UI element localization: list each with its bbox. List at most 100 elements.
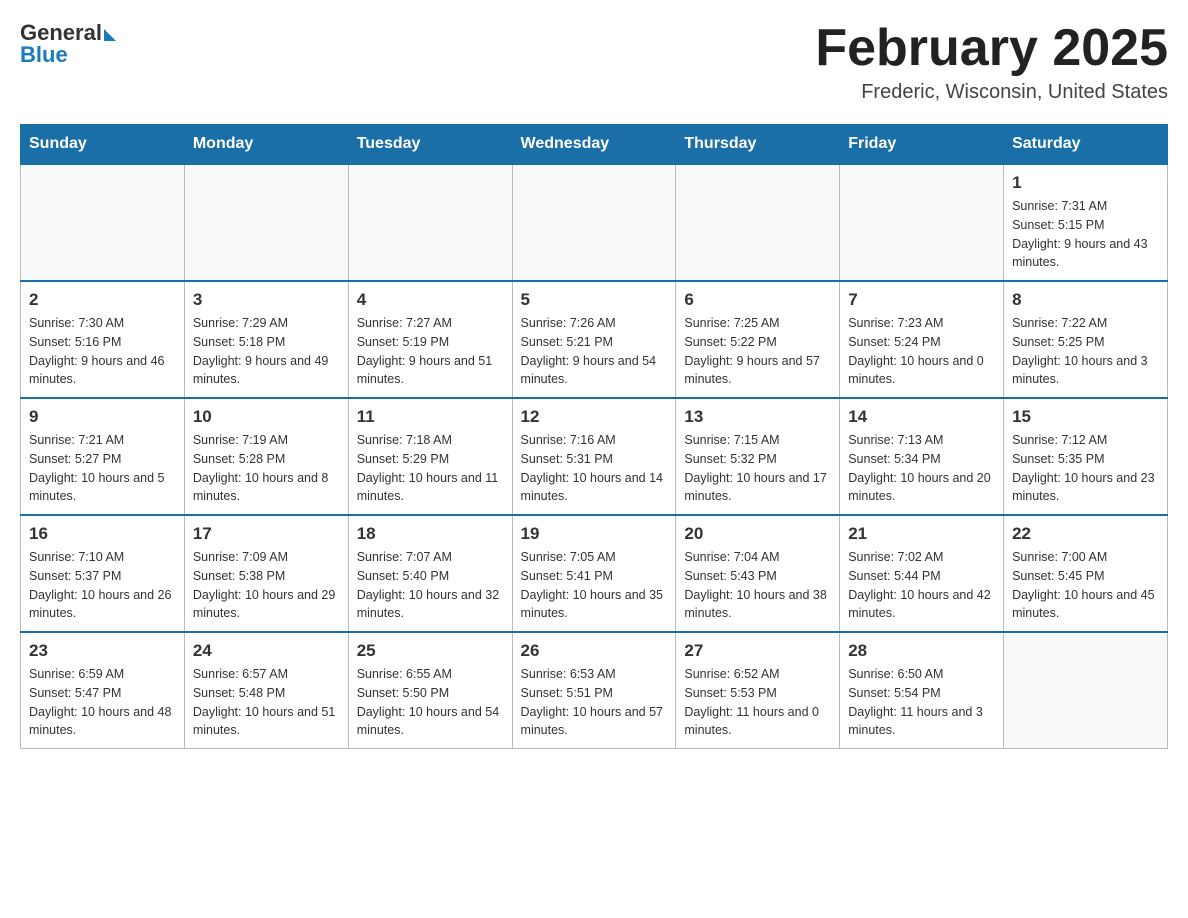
day-number: 3 [193, 290, 340, 310]
weekday-header-row: Sunday Monday Tuesday Wednesday Thursday… [21, 125, 1168, 165]
week-row-1: 1Sunrise: 7:31 AM Sunset: 5:15 PM Daylig… [21, 164, 1168, 281]
day-number: 20 [684, 524, 831, 544]
day-cell-1-2: 4 Sunrise: 7:27 AM Sunset: 5:19 PM Daylig… [348, 281, 512, 398]
day-number: 25 [357, 641, 504, 661]
day-cell-3-1: 17 Sunrise: 7:09 AM Sunset: 5:38 PM Dayli… [184, 515, 348, 632]
day-info: Sunrise: 7:02 AM Sunset: 5:44 PM Dayligh… [848, 548, 995, 623]
day-cell-4-0: 23 Sunrise: 6:59 AM Sunset: 5:47 PM Dayli… [21, 632, 185, 749]
day-info: Sunrise: 6:53 AM Sunset: 5:51 PM Dayligh… [521, 665, 668, 740]
day-cell-2-1: 10Sunrise: 7:19 AM Sunset: 5:28 PM Dayli… [184, 398, 348, 515]
day-number: 23 [29, 641, 176, 661]
day-number: 18 [357, 524, 504, 544]
day-cell-4-5: 28 Sunrise: 6:50 AM Sunset: 5:54 PM Dayli… [840, 632, 1004, 749]
day-cell-4-4: 27Sunrise: 6:52 AM Sunset: 5:53 PM Dayli… [676, 632, 840, 749]
page-header: General Blue February 2025 Frederic, Wis… [20, 20, 1168, 104]
header-sunday: Sunday [21, 125, 185, 165]
day-info: Sunrise: 7:05 AM Sunset: 5:41 PM Dayligh… [521, 548, 668, 623]
day-cell-3-5: 21 Sunrise: 7:02 AM Sunset: 5:44 PM Dayli… [840, 515, 1004, 632]
day-number: 13 [684, 407, 831, 427]
day-number: 19 [521, 524, 668, 544]
title-section: February 2025 Frederic, Wisconsin, Unite… [815, 20, 1168, 104]
day-number: 6 [684, 290, 831, 310]
day-cell-1-5: 7 Sunrise: 7:23 AM Sunset: 5:24 PM Daylig… [840, 281, 1004, 398]
day-info: Sunrise: 7:15 AM Sunset: 5:32 PM Dayligh… [684, 431, 831, 506]
day-number: 28 [848, 641, 995, 661]
header-wednesday: Wednesday [512, 125, 676, 165]
day-cell-3-3: 19 Sunrise: 7:05 AM Sunset: 5:41 PM Dayli… [512, 515, 676, 632]
day-number: 5 [521, 290, 668, 310]
day-number: 17 [193, 524, 340, 544]
day-number: 8 [1012, 290, 1159, 310]
day-info: Sunrise: 7:12 AM Sunset: 5:35 PM Dayligh… [1012, 431, 1159, 506]
day-cell-2-6: 15 Sunrise: 7:12 AM Sunset: 5:35 PM Dayli… [1004, 398, 1168, 515]
week-row-4: 16 Sunrise: 7:10 AM Sunset: 5:37 PM Dayli… [21, 515, 1168, 632]
day-number: 27 [684, 641, 831, 661]
day-number: 9 [29, 407, 176, 427]
week-row-5: 23 Sunrise: 6:59 AM Sunset: 5:47 PM Dayli… [21, 632, 1168, 749]
day-info: Sunrise: 6:59 AM Sunset: 5:47 PM Dayligh… [29, 665, 176, 740]
day-cell-4-3: 26 Sunrise: 6:53 AM Sunset: 5:51 PM Dayli… [512, 632, 676, 749]
day-cell-0-0 [21, 164, 185, 281]
day-cell-1-0: 2 Sunrise: 7:30 AM Sunset: 5:16 PM Daylig… [21, 281, 185, 398]
day-number: 24 [193, 641, 340, 661]
day-info: Sunrise: 7:09 AM Sunset: 5:38 PM Dayligh… [193, 548, 340, 623]
day-number: 4 [357, 290, 504, 310]
day-info: Sunrise: 6:57 AM Sunset: 5:48 PM Dayligh… [193, 665, 340, 740]
day-number: 11 [357, 407, 504, 427]
logo: General Blue [20, 20, 116, 68]
day-number: 14 [848, 407, 995, 427]
day-number: 22 [1012, 524, 1159, 544]
day-info: Sunrise: 7:10 AM Sunset: 5:37 PM Dayligh… [29, 548, 176, 623]
day-cell-3-0: 16 Sunrise: 7:10 AM Sunset: 5:37 PM Dayli… [21, 515, 185, 632]
day-cell-0-5 [840, 164, 1004, 281]
calendar-title: February 2025 [815, 20, 1168, 77]
day-cell-0-6: 1Sunrise: 7:31 AM Sunset: 5:15 PM Daylig… [1004, 164, 1168, 281]
day-number: 15 [1012, 407, 1159, 427]
week-row-3: 9 Sunrise: 7:21 AM Sunset: 5:27 PM Daylig… [21, 398, 1168, 515]
day-cell-3-6: 22 Sunrise: 7:00 AM Sunset: 5:45 PM Dayli… [1004, 515, 1168, 632]
day-cell-2-3: 12 Sunrise: 7:16 AM Sunset: 5:31 PM Dayli… [512, 398, 676, 515]
day-number: 10 [193, 407, 340, 427]
day-info: Sunrise: 7:29 AM Sunset: 5:18 PM Dayligh… [193, 314, 340, 389]
day-info: Sunrise: 7:07 AM Sunset: 5:40 PM Dayligh… [357, 548, 504, 623]
day-cell-4-6 [1004, 632, 1168, 749]
day-cell-2-5: 14 Sunrise: 7:13 AM Sunset: 5:34 PM Dayli… [840, 398, 1004, 515]
day-info: Sunrise: 6:50 AM Sunset: 5:54 PM Dayligh… [848, 665, 995, 740]
day-info: Sunrise: 7:23 AM Sunset: 5:24 PM Dayligh… [848, 314, 995, 389]
header-monday: Monday [184, 125, 348, 165]
day-number: 26 [521, 641, 668, 661]
day-info: Sunrise: 7:30 AM Sunset: 5:16 PM Dayligh… [29, 314, 176, 389]
day-cell-2-0: 9 Sunrise: 7:21 AM Sunset: 5:27 PM Daylig… [21, 398, 185, 515]
day-cell-2-4: 13 Sunrise: 7:15 AM Sunset: 5:32 PM Dayli… [676, 398, 840, 515]
day-cell-4-2: 25 Sunrise: 6:55 AM Sunset: 5:50 PM Dayli… [348, 632, 512, 749]
day-cell-1-4: 6 Sunrise: 7:25 AM Sunset: 5:22 PM Daylig… [676, 281, 840, 398]
day-info: Sunrise: 7:13 AM Sunset: 5:34 PM Dayligh… [848, 431, 995, 506]
day-number: 2 [29, 290, 176, 310]
day-info: Sunrise: 7:27 AM Sunset: 5:19 PM Dayligh… [357, 314, 504, 389]
day-info: Sunrise: 7:21 AM Sunset: 5:27 PM Dayligh… [29, 431, 176, 506]
day-number: 16 [29, 524, 176, 544]
day-cell-1-6: 8Sunrise: 7:22 AM Sunset: 5:25 PM Daylig… [1004, 281, 1168, 398]
calendar-subtitle: Frederic, Wisconsin, United States [815, 81, 1168, 104]
day-number: 1 [1012, 173, 1159, 193]
day-cell-0-3 [512, 164, 676, 281]
day-info: Sunrise: 6:55 AM Sunset: 5:50 PM Dayligh… [357, 665, 504, 740]
day-info: Sunrise: 7:25 AM Sunset: 5:22 PM Dayligh… [684, 314, 831, 389]
day-number: 12 [521, 407, 668, 427]
day-cell-1-1: 3 Sunrise: 7:29 AM Sunset: 5:18 PM Daylig… [184, 281, 348, 398]
day-info: Sunrise: 7:00 AM Sunset: 5:45 PM Dayligh… [1012, 548, 1159, 623]
day-cell-0-2 [348, 164, 512, 281]
day-info: Sunrise: 7:16 AM Sunset: 5:31 PM Dayligh… [521, 431, 668, 506]
day-number: 21 [848, 524, 995, 544]
day-cell-2-2: 11 Sunrise: 7:18 AM Sunset: 5:29 PM Dayli… [348, 398, 512, 515]
day-info: Sunrise: 7:26 AM Sunset: 5:21 PM Dayligh… [521, 314, 668, 389]
day-info: Sunrise: 7:18 AM Sunset: 5:29 PM Dayligh… [357, 431, 504, 506]
logo-blue-text: Blue [20, 42, 68, 68]
header-saturday: Saturday [1004, 125, 1168, 165]
day-info: Sunrise: 7:04 AM Sunset: 5:43 PM Dayligh… [684, 548, 831, 623]
header-friday: Friday [840, 125, 1004, 165]
header-thursday: Thursday [676, 125, 840, 165]
day-number: 7 [848, 290, 995, 310]
day-cell-0-1 [184, 164, 348, 281]
logo-arrow-icon [104, 29, 116, 41]
